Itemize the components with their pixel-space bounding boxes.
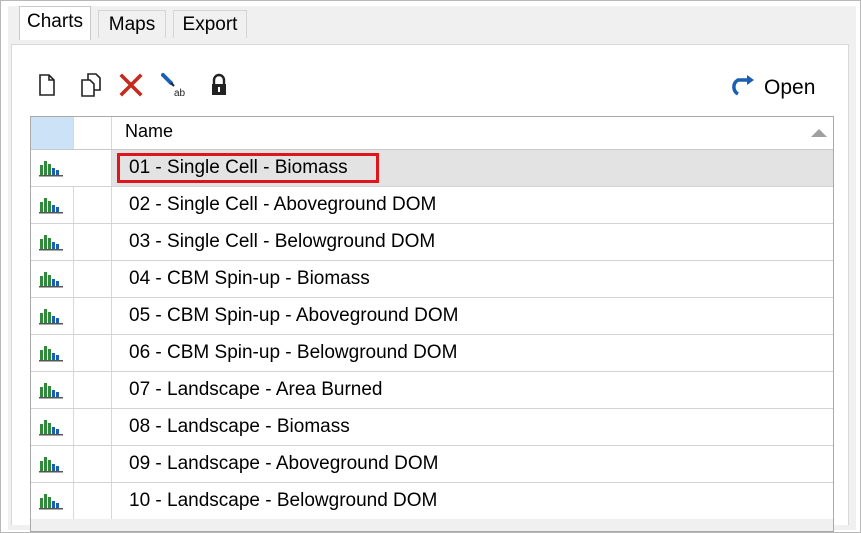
row-blank-cell <box>73 261 112 297</box>
row-blank-cell <box>73 298 112 334</box>
grid-header: Name <box>31 117 833 150</box>
table-row[interactable]: 06 - CBM Spin-up - Belowground DOM <box>31 335 833 372</box>
bar-chart-icon <box>31 335 74 371</box>
rename-icon[interactable]: ab <box>160 72 190 98</box>
bar-chart-icon <box>31 150 74 186</box>
charts-grid: Name 01 - Single Cell - Biomass 02 - Sing… <box>30 116 834 532</box>
row-name: 09 - Landscape - Aboveground DOM <box>129 453 439 474</box>
row-name: 02 - Single Cell - Aboveground DOM <box>129 194 437 215</box>
table-row[interactable]: 01 - Single Cell - Biomass <box>31 150 833 187</box>
bar-chart-icon <box>31 409 74 445</box>
lock-icon[interactable] <box>206 72 232 98</box>
grid-footer <box>31 519 833 531</box>
header-blank-cell <box>73 117 112 149</box>
open-label: Open <box>764 76 816 99</box>
bar-chart-icon <box>31 261 74 297</box>
bar-chart-icon <box>31 446 74 482</box>
row-name: 05 - CBM Spin-up - Aboveground DOM <box>129 305 459 326</box>
row-name: 08 - Landscape - Biomass <box>129 416 350 437</box>
bar-chart-icon <box>31 372 74 408</box>
row-name: 07 - Landscape - Area Burned <box>129 379 383 400</box>
table-row[interactable]: 05 - CBM Spin-up - Aboveground DOM <box>31 298 833 335</box>
tab-charts[interactable]: Charts <box>19 6 91 40</box>
row-name: 04 - CBM Spin-up - Biomass <box>129 268 370 289</box>
table-row[interactable]: 08 - Landscape - Biomass <box>31 409 833 446</box>
row-name: 10 - Landscape - Belowground DOM <box>129 490 438 511</box>
row-blank-cell <box>73 409 112 445</box>
bar-chart-icon <box>31 298 74 334</box>
bar-chart-icon <box>31 483 74 519</box>
column-header-name[interactable]: Name <box>125 121 173 142</box>
table-row[interactable]: 03 - Single Cell - Belowground DOM <box>31 224 833 261</box>
table-row[interactable]: 07 - Landscape - Area Burned <box>31 372 833 409</box>
svg-text:ab: ab <box>174 88 186 98</box>
tab-export[interactable]: Export <box>173 10 247 38</box>
row-blank-cell <box>73 335 112 371</box>
table-row[interactable]: 09 - Landscape - Aboveground DOM <box>31 446 833 483</box>
tab-maps[interactable]: Maps <box>98 10 166 38</box>
delete-icon[interactable] <box>118 72 144 98</box>
table-row[interactable]: 10 - Landscape - Belowground DOM <box>31 483 833 520</box>
bar-chart-icon <box>31 187 74 223</box>
row-blank-cell <box>73 187 112 223</box>
table-row[interactable]: 02 - Single Cell - Aboveground DOM <box>31 187 833 224</box>
row-blank-cell <box>73 224 112 260</box>
row-name: 03 - Single Cell - Belowground DOM <box>129 231 436 252</box>
table-row[interactable]: 04 - CBM Spin-up - Biomass <box>31 261 833 298</box>
row-blank-cell <box>73 446 112 482</box>
bar-chart-icon <box>31 224 74 260</box>
row-blank-cell <box>73 150 112 186</box>
row-blank-cell <box>73 372 112 408</box>
row-name: 06 - CBM Spin-up - Belowground DOM <box>129 342 458 363</box>
sort-ascending-icon <box>811 129 827 137</box>
open-button[interactable]: Open <box>732 74 815 102</box>
new-document-icon[interactable] <box>34 72 60 98</box>
row-blank-cell <box>73 483 112 519</box>
selection-highlight-box <box>117 153 379 183</box>
redo-arrow-icon <box>732 74 758 103</box>
copy-icon[interactable] <box>78 72 104 98</box>
header-select-cell[interactable] <box>31 117 74 149</box>
